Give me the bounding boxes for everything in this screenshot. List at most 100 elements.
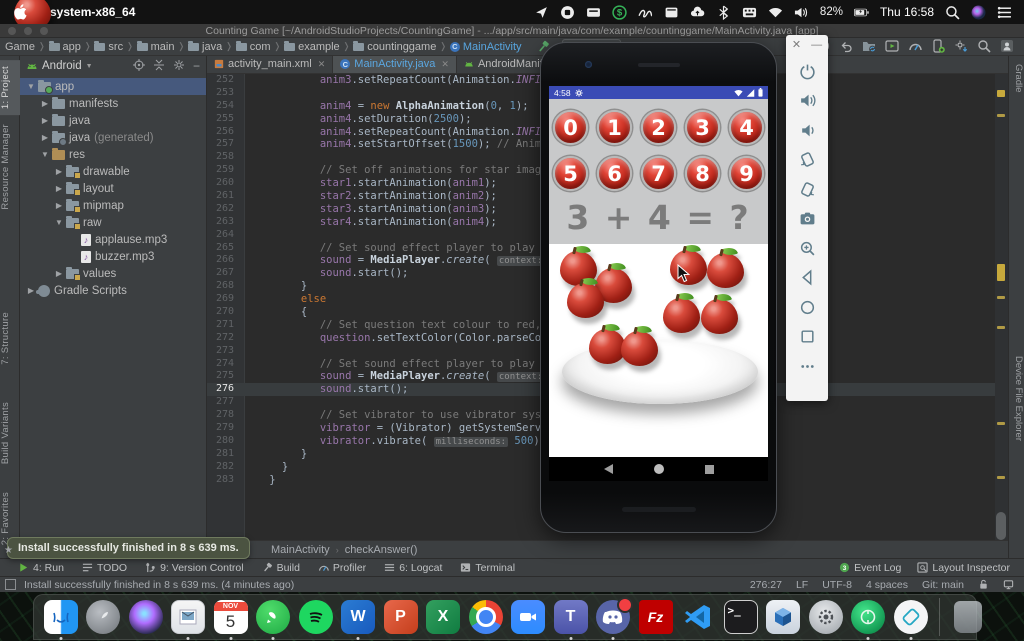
list-icon[interactable] xyxy=(997,5,1012,20)
number-button-0[interactable]: 0 xyxy=(553,110,588,145)
tree-item-buzzer-mp3[interactable]: ♪ buzzer.mp3 xyxy=(20,248,206,265)
dock-icon-whatsapp[interactable] xyxy=(255,599,292,640)
keyboard-icon[interactable] xyxy=(742,5,757,20)
dock-icon-android-studio[interactable] xyxy=(850,599,887,640)
emulator-rotate-right-button[interactable] xyxy=(796,178,818,200)
toolwindow-button-profiler[interactable]: Profiler xyxy=(318,562,366,574)
tree-item-java[interactable]: ▶ java (generated) xyxy=(20,129,206,146)
number-button-6[interactable]: 6 xyxy=(597,156,632,191)
dollar-icon[interactable]: $ xyxy=(612,4,627,20)
bluetooth-icon[interactable] xyxy=(716,5,731,20)
lock-icon[interactable] xyxy=(978,579,989,590)
toolwindow-button--project[interactable]: 1: Project xyxy=(0,60,20,116)
emulator-more-button[interactable] xyxy=(796,355,818,377)
collapse-all-icon[interactable] xyxy=(153,59,165,74)
undo-icon[interactable] xyxy=(839,39,853,56)
wifi-icon[interactable] xyxy=(768,5,783,20)
location-icon[interactable] xyxy=(534,5,549,20)
locate-file-icon[interactable] xyxy=(132,58,145,74)
dock-icon-virtualbox[interactable] xyxy=(765,599,802,636)
breadcrumb-com[interactable]: com xyxy=(235,40,272,53)
search-icon[interactable] xyxy=(977,39,991,56)
searchW-icon[interactable] xyxy=(945,5,960,20)
tree-item-raw[interactable]: ▼ raw xyxy=(20,214,206,231)
emulator-home-button[interactable] xyxy=(796,296,818,318)
breadcrumb-game[interactable]: Game xyxy=(4,41,36,53)
tree-item-gradle-scripts[interactable]: ▶ Gradle Scripts xyxy=(20,282,206,299)
toolwindow-button-device-file-explorer[interactable]: Device File Explorer xyxy=(1010,356,1024,441)
status-widget-lf[interactable]: LF xyxy=(796,579,808,591)
tree-item-values[interactable]: ▶ values xyxy=(20,265,206,282)
emulator-rotate-left-button[interactable] xyxy=(796,149,818,171)
tree-item-drawable[interactable]: ▶ drawable xyxy=(20,163,206,180)
profiler-icon[interactable] xyxy=(908,39,922,56)
dock-icon-teams[interactable]: T xyxy=(552,599,589,640)
widget-layout-inspector[interactable]: Layout Inspector xyxy=(917,562,1010,574)
toolwindow-button-build-variants[interactable]: Build Variants xyxy=(0,396,20,470)
screen-icon[interactable] xyxy=(1003,579,1014,590)
recents-button[interactable] xyxy=(704,464,714,474)
project-view-select[interactable]: Android xyxy=(42,60,82,72)
volume-icon[interactable] xyxy=(794,5,809,20)
toolwindow-button-resource-manager[interactable]: Resource Manager xyxy=(0,118,20,216)
breadcrumb-class[interactable]: MainActivity xyxy=(271,544,330,556)
siri-icon[interactable] xyxy=(971,5,986,20)
dock-icon-spotify[interactable] xyxy=(297,599,334,636)
record-icon[interactable] xyxy=(560,5,575,20)
close-icon[interactable]: ✕ xyxy=(792,38,801,51)
breadcrumb-method[interactable]: checkAnswer() xyxy=(345,544,418,556)
emulator-volume-up-button[interactable] xyxy=(796,90,818,112)
cloud-icon[interactable] xyxy=(690,5,705,20)
number-button-2[interactable]: 2 xyxy=(641,110,676,145)
breadcrumb-mainactivity[interactable]: C MainActivity xyxy=(449,41,523,53)
emulator-screenshot-button[interactable] xyxy=(796,208,818,230)
editor-tab-activity-main-xml[interactable]: activity_main.xml ✕ xyxy=(207,56,334,73)
tree-item-mipmap[interactable]: ▶ mipmap xyxy=(20,197,206,214)
emulator-power-button[interactable] xyxy=(796,60,818,82)
toolwindow-button-gradle[interactable]: Gradle xyxy=(1010,64,1024,93)
favorites-star-icon[interactable]: ★ xyxy=(4,545,13,556)
home-button[interactable] xyxy=(653,464,664,474)
tree-item-manifests[interactable]: ▶ manifests xyxy=(20,95,206,112)
close-tab-icon[interactable]: ✕ xyxy=(318,59,326,70)
number-button-4[interactable]: 4 xyxy=(729,110,764,145)
dock-icon-siri[interactable] xyxy=(127,599,164,636)
dock-icon-launchpad[interactable] xyxy=(85,599,122,636)
tree-item-java[interactable]: ▶ java xyxy=(20,112,206,129)
toolwindow-toggle-icon[interactable] xyxy=(5,579,16,590)
dock-icon-zoom[interactable] xyxy=(510,599,547,636)
avatar-icon[interactable] xyxy=(1000,39,1014,56)
number-button-3[interactable]: 3 xyxy=(685,110,720,145)
dock-icon-terminal[interactable]: >_ xyxy=(722,599,759,636)
toolwindow-button-todo[interactable]: TODO xyxy=(82,562,127,574)
dock-icon-calendar[interactable]: NOV 5 xyxy=(212,599,249,640)
back-button[interactable] xyxy=(603,464,613,474)
battery-icon[interactable] xyxy=(853,5,869,20)
scribble-icon[interactable] xyxy=(638,5,653,20)
dock-icon-chrome[interactable] xyxy=(467,599,504,636)
dock-icon-excel[interactable]: X xyxy=(425,599,462,636)
dock-icon-filezilla[interactable]: Fz xyxy=(637,599,674,636)
toolwindow-button-4-run[interactable]: 4: Run xyxy=(18,562,64,574)
toolwindow-button-9-version-control[interactable]: 9: Version Control xyxy=(145,562,244,574)
status-widget-utf-8[interactable]: UTF-8 xyxy=(822,579,852,591)
tree-item-layout[interactable]: ▶ layout xyxy=(20,180,206,197)
number-button-8[interactable]: 8 xyxy=(685,156,720,191)
toolwindow-button-build[interactable]: Build xyxy=(262,562,300,574)
dock-icon-powerpoint[interactable]: P xyxy=(382,599,419,636)
dock-icon-finder[interactable] xyxy=(42,599,79,640)
breadcrumb-countinggame[interactable]: countinggame xyxy=(352,40,437,53)
breadcrumb-app[interactable]: app xyxy=(48,40,82,53)
sdk-gear-icon[interactable] xyxy=(954,39,968,56)
tree-item-applause-mp3[interactable]: ♪ applause.mp3 xyxy=(20,231,206,248)
emulator-overview-button[interactable] xyxy=(796,326,818,348)
scrollbar-thumb[interactable] xyxy=(996,512,1006,540)
breadcrumb-main[interactable]: main xyxy=(136,40,176,53)
minimize-icon[interactable]: — xyxy=(811,39,822,51)
breadcrumb-java[interactable]: java xyxy=(187,40,223,53)
number-button-9[interactable]: 9 xyxy=(729,156,764,191)
close-tab-icon[interactable]: ✕ xyxy=(441,59,449,70)
emulator-zoom-button[interactable] xyxy=(796,237,818,259)
status-widget-git-main[interactable]: Git: main xyxy=(922,579,964,591)
dock-icon-settings[interactable] xyxy=(807,599,844,636)
